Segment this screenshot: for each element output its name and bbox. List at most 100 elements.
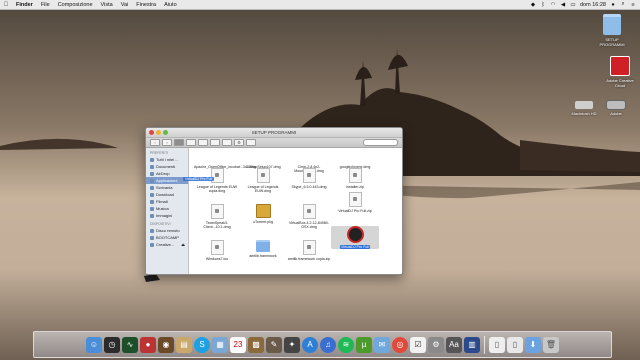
arrange-button[interactable] bbox=[222, 139, 232, 146]
notification-center-icon[interactable]: ≡ bbox=[630, 2, 636, 8]
spotlight-icon[interactable]: ⌕ bbox=[620, 1, 626, 8]
back-button[interactable]: ‹ bbox=[150, 139, 160, 146]
sidebar-item-applications[interactable]: Applicazioni bbox=[146, 177, 188, 184]
menu-finestra[interactable]: Finestra bbox=[132, 2, 160, 8]
desktop-drive-macintosh[interactable]: Macintosh HD bbox=[566, 96, 602, 116]
file-item[interactable]: VirtualBox-4.2.12-84980-OSX.dmg bbox=[285, 204, 333, 229]
file-item[interactable]: CCMacSetup107.dmg bbox=[239, 148, 287, 169]
file-item[interactable]: googlechrome.dmg bbox=[331, 148, 379, 169]
sidebar-item-label: Disco remoto bbox=[156, 228, 180, 233]
file-name: League of Legends EUW copia.dmg bbox=[196, 185, 238, 194]
sidebar-item-remote-disc[interactable]: Disco remoto bbox=[146, 227, 188, 234]
fcpx-icon[interactable]: ✦ bbox=[284, 336, 300, 353]
clock[interactable]: dom 16:28 bbox=[580, 2, 606, 8]
dashboard-icon[interactable]: ◷ bbox=[104, 336, 120, 353]
desktop-adobe-cc[interactable]: Adobe Creative Cloud bbox=[602, 56, 638, 88]
sidebar-item-creative[interactable]: Creative... ⏏ bbox=[146, 241, 188, 248]
finder-title-bar[interactable]: SETUP PROGRAMMI bbox=[146, 128, 402, 138]
system-preferences-icon[interactable]: ⚙ bbox=[428, 336, 444, 353]
preview-icon[interactable]: ▦ bbox=[212, 336, 228, 353]
finder-icon[interactable]: ☺ bbox=[86, 336, 102, 353]
gimp-icon[interactable]: ✎ bbox=[266, 336, 282, 353]
sidebar-item-pictures[interactable]: Immagini bbox=[146, 212, 188, 219]
file-item[interactable]: Windows7.iso bbox=[193, 240, 241, 261]
spotify-icon[interactable]: ≋ bbox=[338, 336, 354, 353]
menu-vai[interactable]: Vai bbox=[117, 2, 133, 8]
file-name: VirtualDJ Pro Full.zip bbox=[338, 209, 372, 213]
sidebar-item-music[interactable]: Musica bbox=[146, 205, 188, 212]
sidebar-item-airdrop[interactable]: AirDrop bbox=[146, 170, 188, 177]
sidebar-item-label: BOOTCAMP bbox=[156, 235, 179, 240]
apple-menu-icon[interactable]:  bbox=[0, 2, 12, 8]
file-item[interactable]: Apache_OpenOffice_incubat...3.4.dmg bbox=[193, 148, 256, 169]
disk-image-icon bbox=[256, 168, 270, 183]
menu-composizione[interactable]: Composizione bbox=[54, 2, 97, 8]
forward-button[interactable]: › bbox=[162, 139, 172, 146]
file-item[interactable]: installer.zip bbox=[331, 168, 379, 189]
file-item-selected[interactable]: VirtualDJ Pro Full bbox=[331, 226, 379, 250]
sidebar-item-all-files[interactable]: Tutti i miei ... bbox=[146, 156, 188, 163]
view-list-button[interactable] bbox=[186, 139, 196, 146]
sidebar-item-downloads[interactable]: Download bbox=[146, 191, 188, 198]
reminders-icon[interactable]: ☑ bbox=[410, 336, 426, 353]
utorrent-icon[interactable]: µ bbox=[356, 336, 372, 353]
share-button[interactable] bbox=[246, 139, 256, 146]
menu-aiuto[interactable]: Aiuto bbox=[160, 2, 181, 8]
sidebar-item-documents[interactable]: Documenti bbox=[146, 163, 188, 170]
downloads-stack-icon[interactable]: ⬇ bbox=[525, 336, 541, 353]
trash-icon[interactable]: 🗑 bbox=[543, 336, 559, 353]
battery-icon[interactable]: ▭ bbox=[570, 2, 576, 8]
activity-monitor-icon[interactable]: ∿ bbox=[122, 336, 138, 353]
sidebar-item-label: Documenti bbox=[156, 164, 176, 169]
view-icons-button[interactable] bbox=[174, 139, 184, 146]
skype-icon[interactable]: S bbox=[194, 336, 210, 353]
file-item[interactable]: amtlib.framework bbox=[239, 240, 287, 258]
menu-finder[interactable]: Finder bbox=[12, 2, 37, 8]
wifi-icon[interactable]: ◠ bbox=[550, 2, 556, 8]
sidebar-item-bootcamp[interactable]: BOOTCAMP bbox=[146, 234, 188, 241]
document-stack-icon[interactable]: ▯ bbox=[489, 336, 505, 353]
dropbox-icon[interactable]: ◆ bbox=[530, 2, 536, 8]
launchpad-icon[interactable]: ▥ bbox=[464, 336, 480, 353]
file-item[interactable]: amtlib.framework copia.zip bbox=[285, 240, 333, 261]
dictionary-icon[interactable]: Aa bbox=[446, 336, 462, 353]
file-item[interactable]: Skype_6.5.0.443.dmg bbox=[285, 168, 333, 189]
file-item[interactable]: VirtualDJ Pro Full.zip bbox=[331, 192, 379, 213]
eject-icon[interactable]: ⏏ bbox=[181, 242, 185, 247]
sidebar-item-label: Download bbox=[156, 192, 174, 197]
search-input[interactable] bbox=[363, 139, 398, 146]
desktop-folder-setup[interactable]: SETUP PROGRAMMI bbox=[594, 14, 630, 47]
game-icon[interactable]: ◉ bbox=[158, 336, 174, 353]
finder-sidebar: PREFERITI Tutti i miei ... Documenti Air… bbox=[146, 148, 189, 274]
sidebar-item-label: Scrivania bbox=[156, 185, 173, 190]
user-icon[interactable]: ● bbox=[610, 2, 616, 8]
document-stack-icon[interactable]: ▯ bbox=[507, 336, 523, 353]
app-store-icon[interactable]: A bbox=[302, 336, 318, 353]
mail-icon[interactable]: ✉ bbox=[374, 336, 390, 353]
bluetooth-icon[interactable]: ᛒ bbox=[540, 2, 546, 8]
action-gear-button[interactable]: ⚙ bbox=[234, 139, 244, 146]
chrome-icon[interactable]: ◎ bbox=[392, 336, 408, 353]
sidebar-item-desktop[interactable]: Scrivania bbox=[146, 184, 188, 191]
photo-booth-icon[interactable]: ● bbox=[140, 336, 156, 353]
airdrop-icon bbox=[150, 171, 154, 176]
file-name: installer.zip bbox=[346, 185, 364, 189]
file-item[interactable]: uTorrent.pkg bbox=[239, 204, 287, 224]
sidebar-item-movies[interactable]: Filmati bbox=[146, 198, 188, 205]
menu-vista[interactable]: Vista bbox=[97, 2, 117, 8]
view-columns-button[interactable] bbox=[198, 139, 208, 146]
file-item[interactable]: TeamSpeak3-Client...10.1.dmg bbox=[193, 204, 241, 229]
view-coverflow-button[interactable] bbox=[210, 139, 220, 146]
calibre-icon[interactable]: ▤ bbox=[176, 336, 192, 353]
volume-icon[interactable]: ◀ bbox=[560, 2, 566, 8]
file-item[interactable]: League of Legends EUW.dmg bbox=[239, 168, 287, 193]
documents-icon bbox=[150, 164, 154, 169]
adobe-creative-cloud-icon bbox=[610, 56, 630, 76]
desktop-drive-adobe[interactable]: Adobe bbox=[598, 96, 634, 116]
finder-content: Apache_OpenOffice_incubat...3.4.dmg CCMa… bbox=[189, 148, 402, 274]
calendar-icon[interactable]: 23 bbox=[230, 336, 246, 353]
desktop-icon-label: Adobe bbox=[610, 111, 622, 116]
photos-icon[interactable]: ▩ bbox=[248, 336, 264, 353]
menu-file[interactable]: File bbox=[37, 2, 54, 8]
itunes-icon[interactable]: ♫ bbox=[320, 336, 336, 353]
